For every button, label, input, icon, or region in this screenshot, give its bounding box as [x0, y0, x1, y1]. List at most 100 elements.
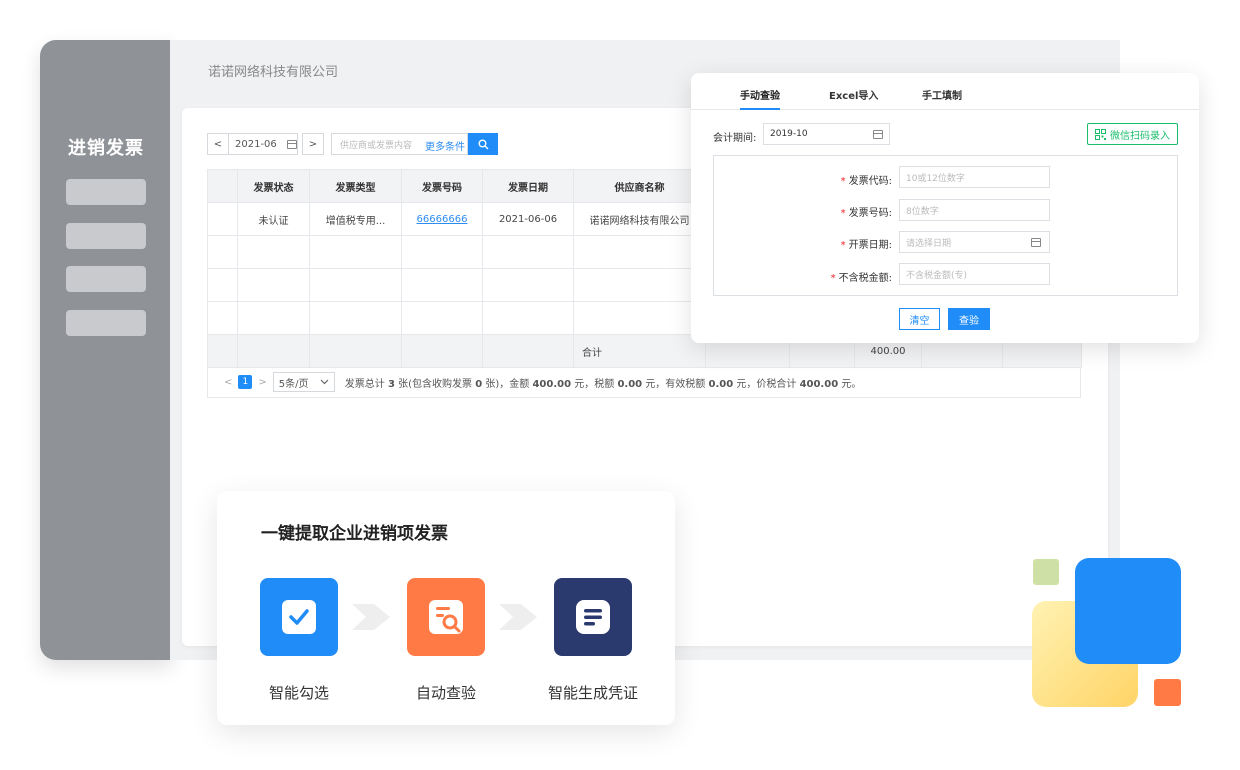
- chevron-down-icon: [320, 379, 329, 385]
- current-page[interactable]: 1: [238, 375, 253, 389]
- table-cell: [482, 235, 574, 269]
- table-cell: [237, 235, 310, 269]
- field-label-text: 开票日期:: [848, 240, 892, 251]
- col-header: 供应商名称: [573, 169, 706, 203]
- step-label: 智能勾选: [268, 684, 329, 702]
- field-label-amount: * 不含税金额:: [790, 269, 892, 284]
- sidebar-item-2[interactable]: [66, 223, 146, 249]
- arrow-right-icon: [499, 604, 537, 630]
- required-mark: *: [830, 273, 836, 284]
- tab-manual-entry[interactable]: 手工填制: [922, 87, 962, 102]
- required-mark: *: [840, 208, 846, 219]
- table-cell: [309, 235, 402, 269]
- table-cell: [207, 301, 238, 335]
- table-cell: [401, 301, 483, 335]
- summary-text: 元。: [841, 378, 862, 390]
- page-size-value: 5条/页: [278, 378, 309, 390]
- step-generate-voucher: [554, 578, 632, 656]
- invoice-number-input[interactable]: 8位数字: [899, 199, 1050, 221]
- prev-period-button[interactable]: <: [207, 133, 229, 155]
- period-value: 2021-06: [235, 138, 277, 150]
- decoration-square-green: [1033, 559, 1059, 585]
- cell-type: 增值税专用...: [309, 202, 402, 236]
- table-cell: [309, 268, 402, 302]
- table-cell: [237, 301, 310, 335]
- wechat-scan-button[interactable]: 微信扫码录入: [1087, 123, 1178, 145]
- step-label: 智能生成凭证: [547, 684, 638, 702]
- table-cell: [207, 334, 238, 368]
- invoice-code-input[interactable]: 10或12位数字: [899, 166, 1050, 188]
- search-icon: [478, 139, 488, 149]
- sidebar: 进销发票: [40, 40, 172, 660]
- select-col-header: [207, 169, 238, 203]
- sidebar-item-1[interactable]: [66, 179, 146, 205]
- document-lines-icon: [576, 600, 610, 634]
- summary-text: 元，税额: [574, 378, 615, 390]
- company-name: 诺诺网络科技有限公司: [208, 65, 339, 80]
- field-label-code: * 发票代码:: [800, 172, 892, 187]
- search-button[interactable]: [468, 133, 498, 155]
- next-period-button[interactable]: >: [302, 133, 324, 155]
- table-cell: [401, 235, 483, 269]
- required-mark: *: [840, 176, 846, 187]
- table-cell: [573, 268, 706, 302]
- clear-button[interactable]: 清空: [899, 308, 940, 330]
- feature-title: 一键提取企业进销项发票: [261, 524, 448, 544]
- col-header: 发票日期: [482, 169, 574, 203]
- decoration-square-blue: [1075, 558, 1181, 664]
- calendar-icon: [1031, 238, 1041, 247]
- pagination-bar: < 1 > 5条/页 发票总计 3 张(包含收购发票 0 张)，金额 400.0…: [207, 367, 1081, 398]
- cell-supplier: 诺诺网络科技有限公司: [573, 202, 706, 236]
- period-label: 会计期间:: [713, 133, 757, 144]
- field-label-text: 不含税金额:: [838, 273, 892, 284]
- table-cell: [482, 268, 574, 302]
- qrcode-icon: [1095, 128, 1106, 140]
- sidebar-item-3[interactable]: [66, 266, 146, 292]
- accounting-period-input[interactable]: 2019-10: [763, 123, 890, 145]
- row-select-cell[interactable]: [207, 202, 238, 236]
- summary-text: 张(包含收购发票: [398, 378, 473, 390]
- table-cell: [309, 334, 402, 368]
- amount-excluding-tax-input[interactable]: 不含税金额(专): [899, 263, 1050, 285]
- invoice-date-placeholder: 请选择日期: [906, 238, 952, 249]
- invoice-summary: 发票总计 3 张(包含收购发票 0 张)，金额 400.00 元，税额 0.00…: [345, 375, 862, 390]
- decoration-square-orange: [1154, 679, 1181, 706]
- popup-tabs: 手动查验 Excel导入 手工填制: [691, 73, 1199, 110]
- summary-tax: 0.00: [617, 378, 643, 390]
- invoice-number-link[interactable]: 66666666: [417, 214, 468, 225]
- summary-purchase-count: 0: [475, 378, 483, 390]
- arrow-right-icon: [352, 604, 390, 630]
- next-page-button[interactable]: >: [258, 377, 266, 388]
- sidebar-title: 进销发票: [68, 138, 144, 159]
- tab-excel-import[interactable]: Excel导入: [829, 87, 878, 102]
- wechat-scan-label: 微信扫码录入: [1110, 130, 1170, 142]
- calendar-icon: [286, 139, 297, 149]
- check-button[interactable]: 查验: [948, 308, 990, 330]
- document-search-icon: [429, 600, 463, 634]
- step-auto-check: [407, 578, 485, 656]
- table-cell: [237, 268, 310, 302]
- col-header: 发票类型: [309, 169, 402, 203]
- table-cell: [401, 334, 483, 368]
- cell-number[interactable]: 66666666: [401, 202, 483, 236]
- table-cell: [237, 334, 310, 368]
- sidebar-item-4[interactable]: [66, 310, 146, 336]
- summary-amount: 400.00: [532, 378, 572, 390]
- page: 进销发票 诺诺网络科技有限公司 < 2021-06 > 供应商或发票内容 更多条…: [0, 0, 1240, 770]
- col-header: 发票状态: [237, 169, 310, 203]
- invoice-date-input[interactable]: 请选择日期: [899, 231, 1050, 253]
- tab-manual-check[interactable]: 手动查验: [740, 87, 780, 102]
- table-cell: [573, 235, 706, 269]
- active-tab-indicator: [740, 108, 780, 110]
- period-picker[interactable]: 2021-06: [228, 133, 298, 155]
- step-smart-select: [260, 578, 338, 656]
- page-size-select[interactable]: 5条/页: [272, 372, 335, 392]
- table-cell: [482, 334, 574, 368]
- summary-total: 400.00: [799, 378, 839, 390]
- prev-page-button[interactable]: <: [224, 377, 232, 388]
- summary-count: 3: [387, 378, 395, 390]
- more-conditions-link[interactable]: 更多条件: [425, 138, 465, 153]
- field-label-number: * 发票号码:: [800, 204, 892, 219]
- summary-text: 元，有效税额: [645, 378, 706, 390]
- step-label: 自动查验: [415, 684, 476, 702]
